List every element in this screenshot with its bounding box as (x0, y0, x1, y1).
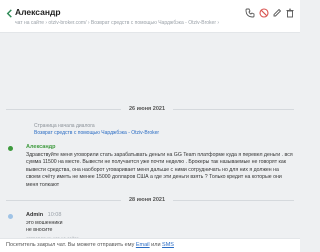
block-icon[interactable] (259, 8, 269, 18)
avatar (8, 146, 13, 151)
chat-closed-footer: Посетитель закрыл чат. Вы можете отправи… (0, 238, 300, 252)
or-text: или (151, 242, 161, 248)
send-hint-text: Вы можете отправить ему (67, 242, 135, 248)
dialog-start-label: Страница начала диалога (34, 123, 95, 129)
chat-source-breadcrumb: чат на сайте › otziv-broker.com/ › Возвр… (15, 20, 220, 26)
message-time: 10:08 (47, 212, 62, 218)
message-author: Admin (26, 212, 44, 218)
call-icon[interactable] (245, 8, 255, 18)
avatar (8, 214, 13, 219)
date-separator: 26 июня 2021 (0, 104, 300, 114)
sms-link[interactable]: SMS (162, 242, 174, 248)
chat-header: Александр чат на сайте › otziv-broker.co… (0, 0, 300, 33)
edit-icon[interactable] (272, 8, 282, 18)
back-arrow-icon[interactable] (5, 9, 14, 18)
email-link[interactable]: Email (136, 242, 150, 248)
message-author: Александр (26, 144, 56, 150)
dialog-start-link[interactable]: Возврат средств с помощью Чарджбэка - Ot… (34, 130, 159, 137)
date-separator: 28 июня 2021 (0, 195, 300, 205)
message-text: Здравствуйте меня уговорили стать зараба… (26, 152, 293, 188)
message-text: это мошенники не вносите (26, 220, 63, 234)
date-label: 28 июня 2021 (121, 195, 174, 205)
trash-icon[interactable] (285, 8, 295, 18)
chat-closed-text: Посетитель закрыл чат. (6, 242, 67, 248)
contact-name: Александр (15, 7, 61, 17)
date-label: 26 июня 2021 (121, 104, 174, 114)
dialog-start-info: Страница начала диалога Возврат средств … (34, 123, 159, 137)
